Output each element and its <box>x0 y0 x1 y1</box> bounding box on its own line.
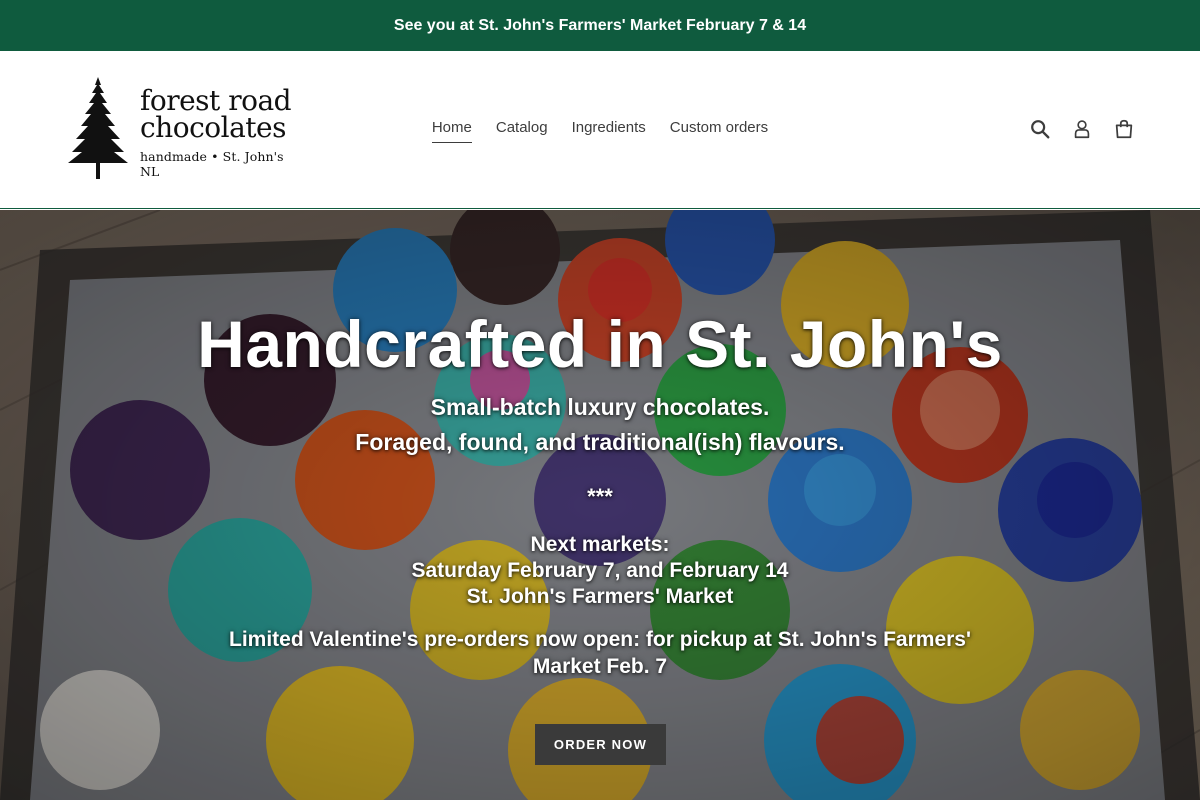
hero-markets: Next markets: Saturday February 7, and F… <box>0 532 1200 610</box>
header-icons <box>1028 117 1136 141</box>
hero-separator: *** <box>587 484 613 509</box>
logo-tagline: handmade • St. John's NL <box>140 149 284 179</box>
logo-line1: forest road <box>140 84 292 117</box>
hero-subtitle-1: Small-batch luxury chocolates. <box>430 394 770 420</box>
markets-dates: Saturday February 7, and February 14 <box>411 559 789 582</box>
hero-preorder-text: Limited Valentine's pre-orders now open:… <box>229 628 971 678</box>
markets-location: St. John's Farmers' Market <box>466 585 734 608</box>
hero-subtitle-2: Foraged, found, and traditional(ish) fla… <box>355 429 845 455</box>
hero-title: Handcrafted in St. John's <box>197 307 1003 381</box>
nav-catalog[interactable]: Catalog <box>496 119 548 143</box>
hero-content: Handcrafted in St. John's Small-batch lu… <box>0 210 1200 800</box>
nav-custom-orders[interactable]: Custom orders <box>670 119 768 143</box>
main-nav: Home Catalog Ingredients Custom orders <box>0 119 1200 143</box>
announcement-text: See you at St. John's Farmers' Market Fe… <box>393 16 807 34</box>
account-icon[interactable] <box>1070 117 1094 141</box>
hero-banner: Handcrafted in St. John's Small-batch lu… <box>0 210 1200 800</box>
markets-heading: Next markets: <box>530 533 670 556</box>
search-icon[interactable] <box>1028 117 1052 141</box>
announcement-bar: See you at St. John's Farmers' Market Fe… <box>0 0 1200 51</box>
nav-ingredients[interactable]: Ingredients <box>572 119 646 143</box>
site-header: forest road chocolates handmade • St. Jo… <box>0 51 1200 209</box>
order-now-button[interactable]: ORDER NOW <box>535 724 666 765</box>
nav-home[interactable]: Home <box>431 119 472 143</box>
cart-icon[interactable] <box>1112 117 1136 141</box>
